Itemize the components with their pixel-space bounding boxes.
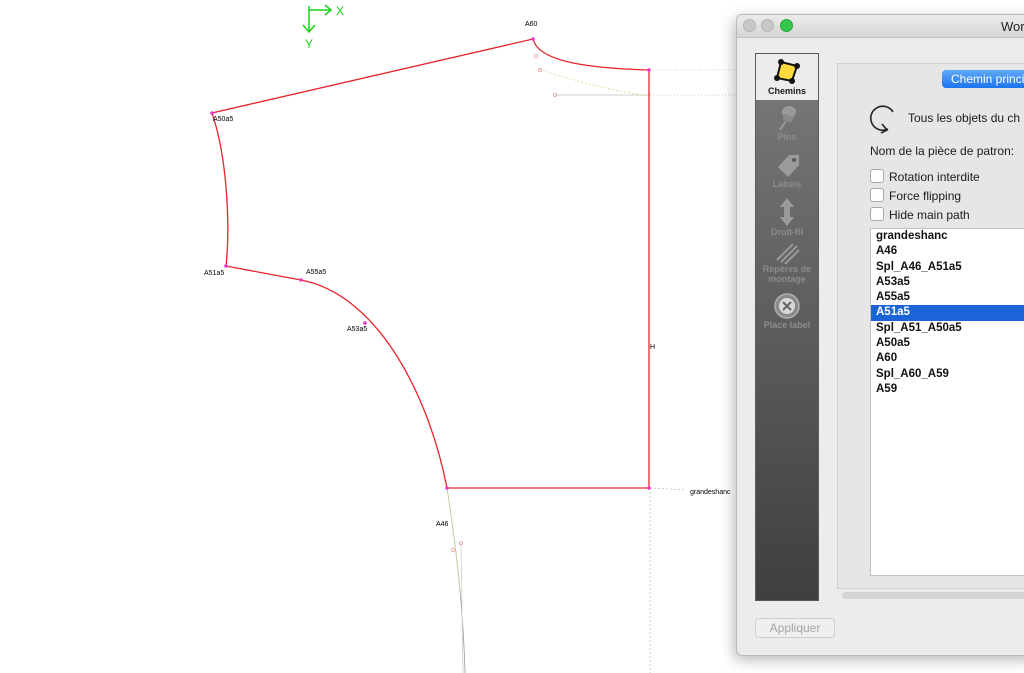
list-item[interactable]: A50a5 <box>871 336 1024 351</box>
node-A55a5 <box>299 278 303 282</box>
tab-labels[interactable]: Labels <box>756 151 818 189</box>
place-label-icon <box>774 293 800 319</box>
list-item[interactable]: A59 <box>871 382 1024 397</box>
checkbox-box[interactable] <box>870 207 884 221</box>
rotation-interdite-label: Rotation interdite <box>889 170 980 184</box>
hide-main-path-checkbox[interactable]: Hide main path <box>870 207 970 222</box>
label-A55a5: A55a5 <box>306 269 326 276</box>
notch-marks-icon <box>776 243 800 264</box>
tab-place-label[interactable]: Place label <box>756 292 818 330</box>
list-item[interactable]: Spl_A46_A51a5 <box>871 260 1024 275</box>
list-item[interactable]: Spl_A51_A50a5 <box>871 321 1024 336</box>
tab-chemins[interactable]: Chemins <box>756 54 818 100</box>
tab-reperes-montage[interactable]: Repères de montage <box>756 240 818 284</box>
y-axis-label: Y <box>305 37 313 51</box>
node-grandeshanc <box>647 486 651 490</box>
label-A60: A60 <box>525 21 538 28</box>
tab-droit-fil-label: Droit-fil <box>771 227 803 237</box>
path-nodes[interactable] <box>210 37 651 490</box>
tab-labels-label: Labels <box>772 179 802 189</box>
node-A51a5 <box>224 264 228 268</box>
zoom-window-button[interactable] <box>780 19 793 32</box>
list-item[interactable]: A55a5 <box>871 290 1024 305</box>
axis-indicator: X Y <box>302 4 344 51</box>
list-item-selected[interactable]: A51a5 <box>871 305 1024 321</box>
force-flipping-checkbox[interactable]: Force flipping <box>870 188 961 203</box>
checkbox-box[interactable] <box>870 169 884 183</box>
list-item[interactable]: Spl_A60_A59 <box>871 367 1024 382</box>
node-A60 <box>531 37 535 41</box>
pushpin-icon <box>779 106 796 131</box>
close-window-button[interactable] <box>743 19 756 32</box>
label-H: H <box>650 344 655 351</box>
list-item[interactable]: A60 <box>871 351 1024 366</box>
node-list[interactable]: grandeshanc A46 Spl_A46_A51a5 A53a5 A55a… <box>870 228 1024 576</box>
tab-droit-fil[interactable]: Droit-fil <box>756 197 818 237</box>
rotate-icon <box>869 105 894 134</box>
label-grandeshanc: grandeshanc <box>690 489 731 496</box>
title-bar[interactable]: Work <box>737 15 1024 38</box>
tab-reperes-label-line1: Repères de <box>762 264 812 274</box>
horizontal-scrollbar[interactable] <box>842 592 1024 599</box>
tag-icon <box>778 155 799 177</box>
label-A46: A46 <box>436 521 449 528</box>
node-A46 <box>445 486 449 490</box>
grainline-arrow-icon <box>780 198 794 226</box>
node-corner-top-right <box>647 68 651 72</box>
all-objects-text: Tous les objets du ch <box>908 111 1021 125</box>
tab-sidebar: Chemins Pins Labels Droit-fil Repères de… <box>755 53 819 601</box>
label-A51a5: A51a5 <box>204 270 224 277</box>
rotation-interdite-checkbox[interactable]: Rotation interdite <box>870 169 980 184</box>
tab-chemins-label: Chemins <box>767 86 806 96</box>
tab-pins-label: Pins <box>777 132 797 142</box>
main-path-button[interactable]: Chemin princi <box>942 70 1024 88</box>
tab-place-label-label: Place label <box>763 320 811 330</box>
list-item[interactable]: A53a5 <box>871 275 1024 290</box>
hide-main-path-label: Hide main path <box>889 208 970 222</box>
piece-name-label: Nom de la pièce de patron: <box>870 144 1015 158</box>
piece-dialog: Work Chemins Pins Labels <box>736 14 1024 656</box>
x-axis-label: X <box>336 4 344 18</box>
list-item[interactable]: grandeshanc <box>871 229 1024 244</box>
node-A50a5 <box>210 111 214 115</box>
construction-lines <box>446 68 736 673</box>
control-points <box>450 54 558 553</box>
label-A50a5: A50a5 <box>213 116 233 123</box>
chemins-panel: Chemin princi Tous les objets du ch Nom … <box>837 63 1024 599</box>
main-path[interactable] <box>211 38 650 489</box>
apply-button[interactable]: Appliquer <box>755 618 835 638</box>
tab-reperes-label-line2: montage <box>768 274 806 284</box>
node-A53a5 <box>363 321 367 325</box>
force-flipping-label: Force flipping <box>889 189 962 203</box>
checkbox-box[interactable] <box>870 188 884 202</box>
path-polygon-icon <box>774 59 800 84</box>
tab-pins[interactable]: Pins <box>756 104 818 142</box>
label-A53a5: A53a5 <box>347 326 367 333</box>
list-item[interactable]: A46 <box>871 244 1024 259</box>
minimize-window-button[interactable] <box>761 19 774 32</box>
dialog-title: Work <box>1001 19 1024 34</box>
